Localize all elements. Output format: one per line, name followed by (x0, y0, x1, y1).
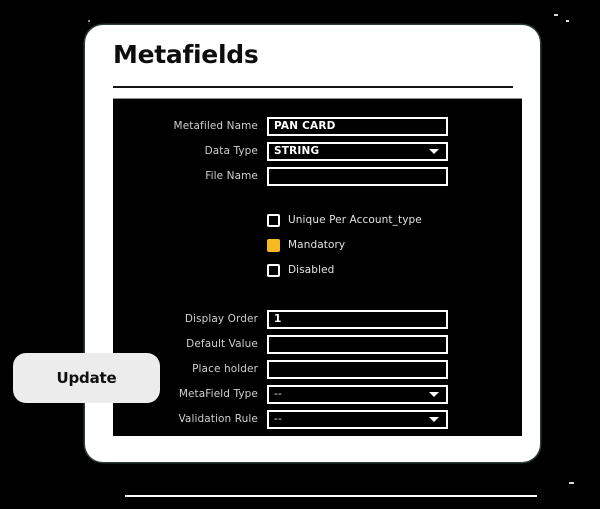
checkbox-row-disabled[interactable]: Disabled (267, 261, 334, 279)
mandatory-checkbox[interactable] (267, 238, 280, 252)
form-row-validation-rule: Validation Rule -- (113, 408, 522, 430)
label-file-name: File Name (205, 170, 258, 182)
form-row-metafiled-name: Metafiled Name PAN CARD (113, 115, 522, 137)
artifact-speck-top-right-2 (566, 20, 569, 22)
form-row-data-type: Data Type STRING (113, 140, 522, 162)
chevron-down-icon (429, 149, 439, 154)
place-holder-input[interactable] (267, 359, 448, 379)
update-button[interactable]: Update (13, 353, 160, 403)
metafiled-name-input[interactable]: PAN CARD (267, 116, 448, 136)
bottom-divider-rule (125, 495, 537, 497)
mandatory-label: Mandatory (288, 239, 346, 251)
form-row-metafield-type: MetaField Type -- (113, 383, 522, 405)
unique-per-account-type-label: Unique Per Account_type (288, 214, 422, 226)
file-name-input[interactable] (267, 166, 448, 186)
checkbox-row-mandatory[interactable]: Mandatory (267, 236, 345, 254)
label-default-value: Default Value (186, 338, 258, 350)
metafield-type-value: -- (274, 388, 282, 400)
unique-per-account-type-checkbox[interactable] (267, 213, 280, 227)
display-order-input[interactable]: 1 (267, 309, 448, 329)
data-type-select[interactable]: STRING (267, 141, 448, 161)
chevron-down-icon (429, 392, 439, 397)
metafields-form-panel: Metafiled Name PAN CARD Data Type STRING… (113, 99, 522, 436)
metafield-type-select[interactable]: -- (267, 384, 448, 404)
label-metafiled-name: Metafiled Name (173, 120, 258, 132)
label-data-type: Data Type (204, 145, 258, 157)
label-validation-rule: Validation Rule (178, 413, 258, 425)
page-title: Metafields (113, 40, 259, 69)
data-type-value: STRING (274, 145, 320, 157)
artifact-speck-bottom-right (569, 482, 574, 484)
disabled-label: Disabled (288, 264, 335, 276)
artifact-speck-top-right-1 (554, 14, 558, 16)
title-divider (113, 86, 513, 88)
chevron-down-icon (429, 417, 439, 422)
form-row-file-name: File Name (113, 165, 522, 187)
label-display-order: Display Order (184, 313, 258, 325)
form-row-place-holder: Place holder (113, 358, 522, 380)
form-row-display-order: Display Order 1 (113, 308, 522, 330)
checkbox-row-unique-per-account-type[interactable]: Unique Per Account_type (267, 211, 422, 229)
artifact-speck-top-left (88, 20, 90, 22)
disabled-checkbox[interactable] (267, 263, 280, 277)
validation-rule-value: -- (274, 413, 282, 425)
validation-rule-select[interactable]: -- (267, 409, 448, 429)
form-row-default-value: Default Value (113, 333, 522, 355)
default-value-input[interactable] (267, 334, 448, 354)
